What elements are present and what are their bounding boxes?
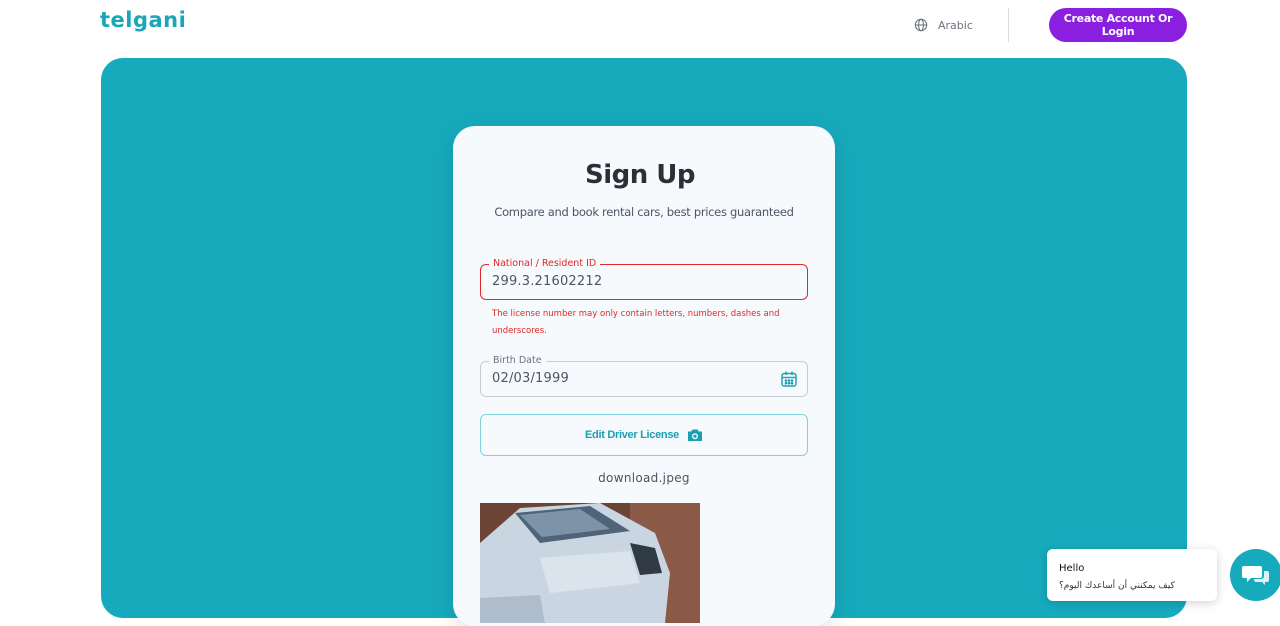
national-id-error: The license number may only contain lett… — [492, 309, 780, 336]
language-switcher[interactable]: Arabic — [914, 16, 973, 34]
license-image-preview — [480, 503, 700, 623]
birth-date-field[interactable]: Birth Date 02/03/1999 — [480, 355, 808, 397]
national-id-label: National / Resident ID — [489, 258, 601, 270]
birth-date-value: 02/03/1999 — [492, 371, 569, 386]
national-id-field[interactable]: National / Resident ID 299.3.21602212 — [480, 258, 808, 300]
globe-icon — [914, 18, 928, 32]
top-header: telgani Arabic Create Account Or Login — [0, 0, 1280, 50]
car-photo — [480, 503, 700, 623]
telgani-logo[interactable]: telgani — [100, 8, 186, 32]
national-id-value: 299.3.21602212 — [492, 274, 603, 289]
open-chat-button[interactable] — [1230, 549, 1280, 601]
page-subtitle: Compare and book rental cars, best price… — [494, 205, 794, 219]
chat-icon — [1242, 566, 1269, 585]
create-account-or-login-button[interactable]: Create Account Or Login — [1049, 8, 1187, 42]
chat-greeting-bubble[interactable]: Hello كيف يمكنني أن أساعدك اليوم؟ — [1047, 549, 1217, 601]
edit-driver-license-button[interactable]: Edit Driver License — [480, 414, 808, 456]
page-title: Sign Up — [584, 160, 696, 190]
language-label: Arabic — [938, 18, 973, 32]
chat-message: كيف يمكنني أن أساعدك اليوم؟ — [1059, 581, 1175, 591]
birth-date-label: Birth Date — [489, 355, 546, 367]
edit-driver-license-label: Edit Driver License — [585, 429, 679, 441]
camera-icon — [687, 429, 702, 441]
uploaded-file-name: download.jpeg — [598, 471, 690, 485]
header-divider — [1008, 8, 1009, 42]
chat-greeting: Hello — [1059, 563, 1085, 574]
calendar-icon[interactable] — [780, 370, 798, 388]
